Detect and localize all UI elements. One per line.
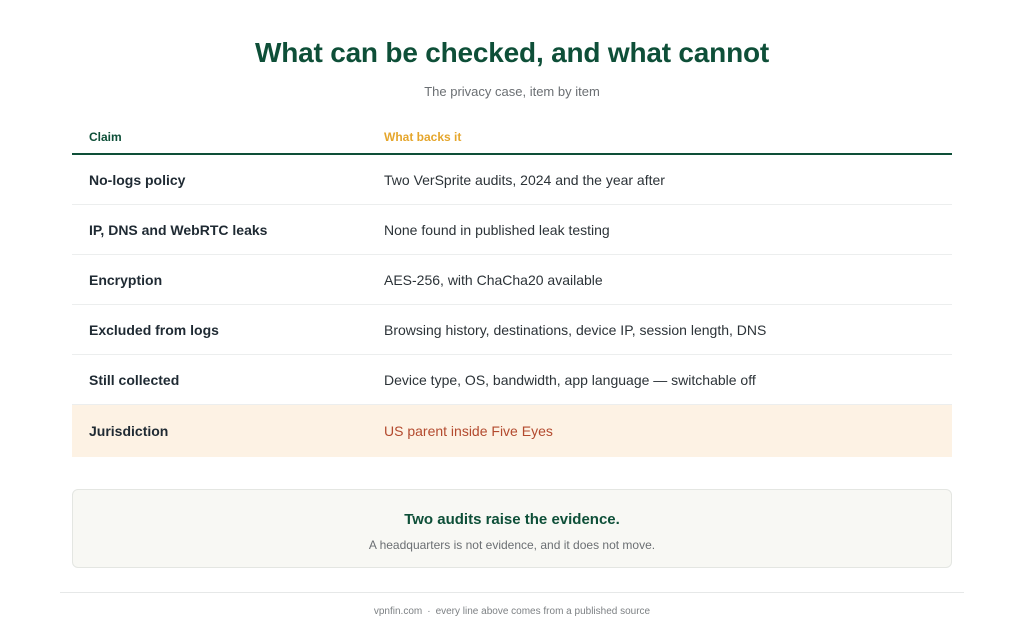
row-backing: None found in published leak testing — [384, 221, 610, 238]
callout-heading: Two audits raise the evidence. — [404, 511, 620, 528]
page-subtitle: The privacy case, item by item — [424, 84, 600, 99]
row-claim: IP, DNS and WebRTC leaks — [89, 221, 268, 238]
footer-site: vpnfin.com — [373, 606, 423, 617]
table-row: Still collected Device type, OS, bandwid… — [72, 355, 952, 405]
footer-divider — [60, 592, 964, 593]
table-row-highlighted: Jurisdiction US parent inside Five Eyes — [72, 405, 952, 457]
page-title: What can be checked, and what cannot — [254, 37, 769, 68]
row-claim: Jurisdiction — [89, 423, 169, 439]
table-row: IP, DNS and WebRTC leaks None found in p… — [72, 205, 952, 255]
table-row: No-logs policy Two VerSprite audits, 202… — [72, 155, 952, 205]
table-header: Claim What backs it — [72, 120, 952, 155]
row-backing: AES-256, with ChaCha20 available — [384, 271, 603, 288]
row-claim: Excluded from logs — [89, 321, 219, 338]
footer: vpnfin.com · every line above comes from a… — [0, 606, 1024, 617]
claims-table: Claim What backs it No-logs policy Two V… — [72, 120, 952, 457]
header-claim: Claim — [89, 129, 122, 144]
row-claim: No-logs policy — [89, 171, 186, 188]
page: What can be checked, and what cannot The… — [0, 0, 1024, 631]
row-backing: Two VerSprite audits, 2024 and the year … — [384, 171, 665, 188]
callout-body: A headquarters is not evidence, and it d… — [368, 538, 656, 552]
header-backing: What backs it — [384, 129, 462, 144]
row-backing: US parent inside Five Eyes — [384, 423, 553, 439]
footer-separator: · — [427, 606, 431, 617]
summary-callout: Two audits raise the evidence. A headqua… — [72, 489, 952, 568]
table-row: Encryption AES-256, with ChaCha20 availa… — [72, 255, 952, 305]
footer-note: every line above comes from a published … — [435, 606, 651, 617]
row-claim: Still collected — [89, 371, 180, 388]
row-backing: Browsing history, destinations, device I… — [384, 321, 767, 338]
row-claim: Encryption — [89, 271, 163, 288]
table-row: Excluded from logs Browsing history, des… — [72, 305, 952, 355]
row-backing: Device type, OS, bandwidth, app language… — [384, 371, 756, 388]
